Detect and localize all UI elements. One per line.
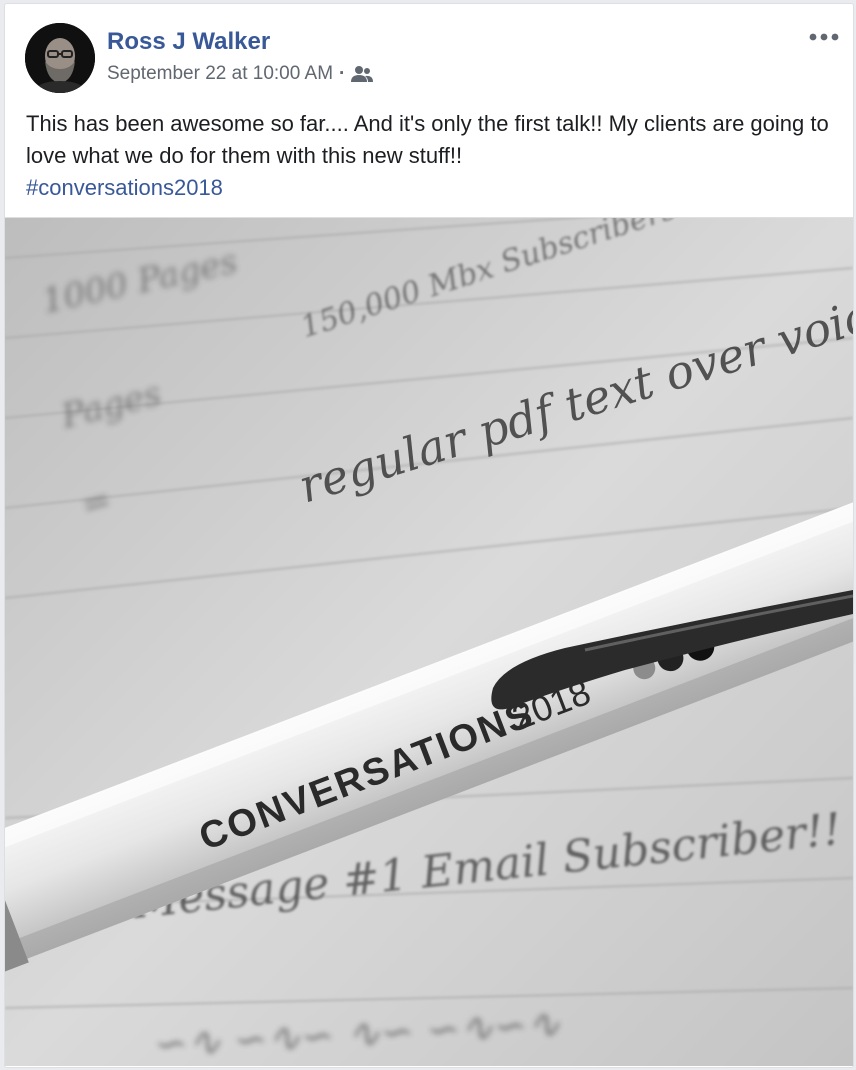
more-options-icon[interactable] bbox=[807, 26, 841, 48]
author-name[interactable]: Ross J Walker bbox=[107, 28, 270, 56]
post-photo[interactable]: 1000 Pages 150,000 Mbx Subscribers Pages… bbox=[5, 217, 853, 1066]
post-text: This has been awesome so far.... And it'… bbox=[26, 111, 829, 168]
post-body: This has been awesome so far.... And it'… bbox=[26, 108, 836, 204]
friends-icon[interactable] bbox=[351, 65, 375, 83]
photo-content: 1000 Pages 150,000 Mbx Subscribers Pages… bbox=[5, 218, 853, 1066]
hashtag-link[interactable]: #conversations2018 bbox=[26, 175, 223, 200]
post-timestamp[interactable]: September 22 at 10:00 AM bbox=[107, 63, 333, 85]
profile-photo bbox=[25, 23, 95, 93]
meta-separator: · bbox=[339, 63, 346, 84]
post-meta: September 22 at 10:00 AM · bbox=[107, 62, 375, 86]
avatar[interactable] bbox=[25, 23, 95, 93]
feed-post: Ross J Walker September 22 at 10:00 AM ·… bbox=[4, 3, 854, 1068]
